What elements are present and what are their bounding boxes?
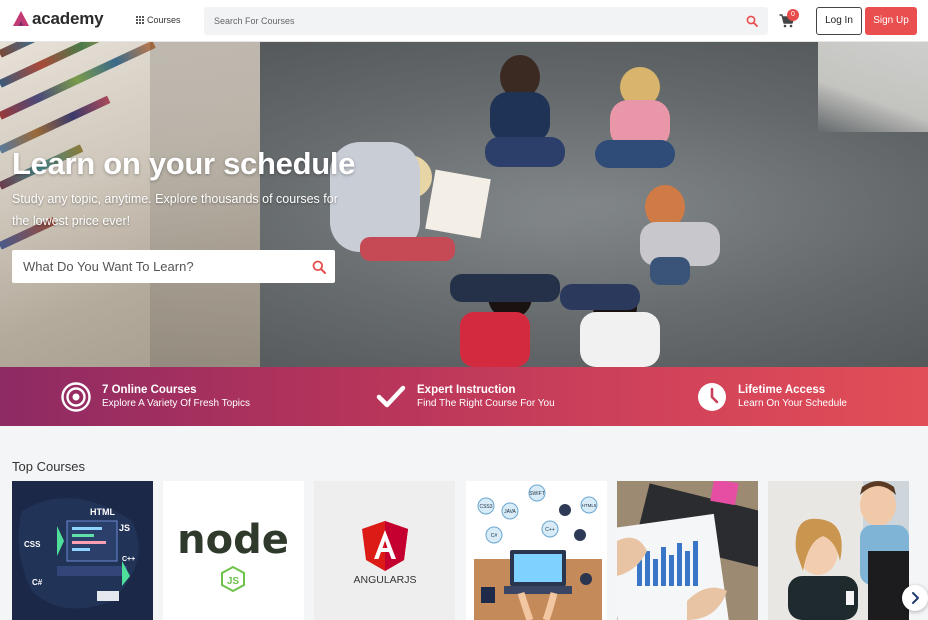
- courses-menu-label: Courses: [147, 15, 181, 25]
- thumb-text-css: CSS: [24, 540, 41, 549]
- feature-title: Expert Instruction: [417, 383, 516, 396]
- academy-logo[interactable]: academy: [12, 9, 104, 29]
- course-thumbnail-webdev: HTML CSS JS C++ C#: [12, 481, 153, 620]
- feature-subtitle: Find The Right Course For You: [417, 397, 555, 409]
- course-card[interactable]: CSS3 JAVA SWIFT HTML5 C# C++: [466, 481, 607, 620]
- carousel-next-button[interactable]: [902, 585, 928, 611]
- thumb-text-js: JS: [119, 523, 130, 533]
- course-card[interactable]: node JS: [163, 481, 304, 620]
- search-icon[interactable]: [746, 15, 758, 27]
- thumb-text-csharp: C#: [491, 533, 498, 539]
- feature-subtitle: Explore A Variety Of Fresh Topics: [102, 397, 251, 409]
- thumb-text-node: node: [177, 517, 289, 563]
- feature-title: 7 Online Courses: [102, 383, 197, 396]
- feature-subtitle: Learn On Your Schedule: [738, 397, 847, 409]
- login-button[interactable]: Log In: [816, 7, 862, 35]
- thumb-text-java: JAVA: [504, 509, 516, 515]
- cart-count-badge: 0: [787, 9, 799, 21]
- target-icon: [61, 381, 91, 412]
- course-thumbnail-nodejs: node JS: [163, 481, 304, 620]
- feature-instruction: Expert Instruction Find The Right Course…: [376, 367, 555, 426]
- header-search: [204, 7, 768, 35]
- top-navbar: academy Courses 0 Log In Sign Up: [0, 0, 928, 42]
- features-band: 7 Online Courses Explore A Variety Of Fr…: [0, 367, 928, 426]
- header-search-input[interactable]: [204, 7, 724, 35]
- check-icon: [376, 385, 406, 407]
- logo-mark-icon: [13, 11, 29, 26]
- course-thumbnail-programming: CSS3 JAVA SWIFT HTML5 C# C++: [466, 481, 607, 620]
- hero-search-icon[interactable]: [312, 260, 326, 274]
- hero-search-input[interactable]: [12, 250, 302, 283]
- hero-search: [12, 250, 335, 283]
- logo-text: academy: [32, 9, 104, 28]
- feature-access: Lifetime Access Learn On Your Schedule: [697, 367, 847, 426]
- course-card[interactable]: HTML CSS JS C++ C#: [12, 481, 153, 620]
- thumb-text-angularjs: ANGULARJS: [353, 574, 416, 586]
- thumb-text-swift: SWIFT: [529, 491, 545, 497]
- courses-menu-button[interactable]: Courses: [136, 15, 181, 25]
- feature-title: Lifetime Access: [738, 383, 826, 396]
- thumb-text-csharp: C#: [32, 578, 43, 587]
- students-photo: [330, 55, 720, 367]
- hero-subtitle: Study any topic, anytime. Explore thousa…: [12, 192, 338, 228]
- thumb-text-cpp: C++: [545, 527, 555, 533]
- grid-icon: [136, 16, 144, 24]
- signup-button[interactable]: Sign Up: [865, 7, 917, 35]
- course-thumbnail-angularjs: ANGULARJS: [314, 481, 455, 620]
- course-thumbnail-analytics: [617, 481, 758, 620]
- thumb-text-js: JS: [227, 576, 240, 587]
- clock-icon: [698, 382, 726, 411]
- feature-courses: 7 Online Courses Explore A Variety Of Fr…: [61, 367, 250, 426]
- course-card[interactable]: ANGULARJS: [314, 481, 455, 620]
- course-card[interactable]: [768, 481, 909, 620]
- thumb-text-html5: HTML5: [582, 503, 597, 508]
- course-card[interactable]: [617, 481, 758, 620]
- chevron-right-icon: [912, 592, 919, 604]
- thumb-text-html: HTML: [90, 507, 115, 517]
- hero-banner: Learn on your schedule Study any topic, …: [0, 42, 928, 367]
- top-courses-heading: Top Courses: [12, 459, 85, 474]
- thumb-text-cpp: C++: [122, 556, 135, 563]
- hero-title: Learn on your schedule: [12, 146, 356, 181]
- thumb-text-css3: CSS3: [479, 504, 492, 510]
- course-thumbnail-office: [768, 481, 909, 620]
